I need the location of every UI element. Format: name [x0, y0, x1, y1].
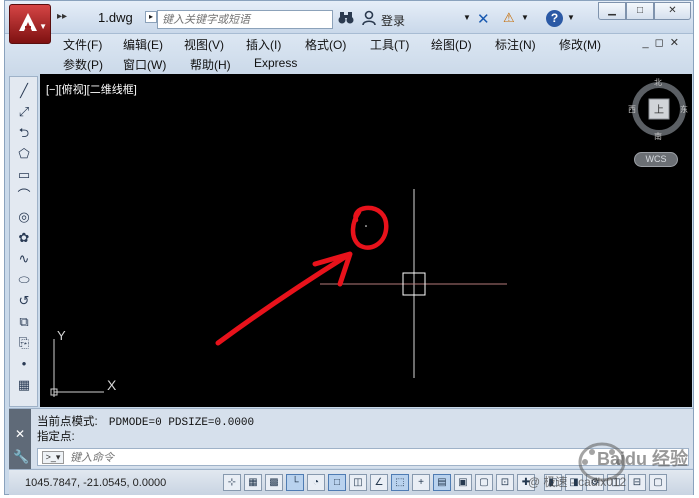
- menu-help[interactable]: 帮助(H): [190, 56, 231, 73]
- hatch-tool-icon[interactable]: ▦: [14, 376, 34, 394]
- polar-tracking-toggle-icon[interactable]: ◔: [307, 474, 325, 491]
- window-minimize-button[interactable]: ▁: [598, 2, 626, 20]
- wrench-icon[interactable]: 🔧: [13, 449, 29, 465]
- menu-modify[interactable]: 修改(M): [559, 36, 601, 53]
- autocad-logo-icon: [19, 13, 37, 31]
- window-maximize-button[interactable]: □: [626, 2, 654, 20]
- insert-block-tool-icon[interactable]: ⧉: [14, 313, 34, 331]
- annotation-circle: [350, 205, 389, 250]
- menu-tools[interactable]: 工具(T): [370, 36, 409, 53]
- lineweight-toggle-icon[interactable]: ▤: [433, 474, 451, 491]
- compass-south-label: 南: [654, 132, 662, 141]
- cursor-coordinates[interactable]: 1045.7847, -21.0545, 0.0000: [25, 477, 166, 489]
- ortho-mode-toggle-icon[interactable]: └: [286, 474, 304, 491]
- ucs-x-label: X: [107, 377, 117, 393]
- grid-display-toggle-icon[interactable]: ▩: [265, 474, 283, 491]
- login-label[interactable]: 登录: [381, 12, 405, 29]
- 3d-object-snap-toggle-icon[interactable]: ◫: [349, 474, 367, 491]
- command-history: 当前点模式: PDMODE=0 PDSIZE=0.0000 指定点:: [37, 415, 254, 444]
- dynamic-input-toggle-icon[interactable]: +: [412, 474, 430, 491]
- command-prompt-icon[interactable]: >_▾: [42, 451, 64, 464]
- compass-west-label: 西: [628, 105, 636, 114]
- alert-icon[interactable]: ⚠: [503, 10, 515, 26]
- viewcube[interactable]: 上 北 南 东 西: [628, 78, 688, 141]
- watermark-brand: Baidu 经验: [597, 449, 689, 469]
- construction-line-tool-icon[interactable]: ⤢: [14, 103, 34, 121]
- command-window-sidebar: ✕ 🔧: [9, 409, 31, 469]
- drawing-canvas[interactable]: [−][俯视][二维线框] Y X 上 北 南 东 西 WCS: [40, 74, 692, 407]
- user-icon[interactable]: [362, 10, 376, 26]
- ellipse-tool-icon[interactable]: ⬭: [14, 271, 34, 289]
- menu-parametric[interactable]: 参数(P): [63, 56, 103, 73]
- application-menu-button[interactable]: ▼: [9, 4, 51, 44]
- selection-cycling-toggle-icon[interactable]: ⊡: [496, 474, 514, 491]
- lock-toolbar-icon[interactable]: ⊟: [628, 474, 646, 491]
- command-history-line-1: 当前点模式: PDMODE=0 PDSIZE=0.0000: [37, 415, 254, 430]
- point-tool-icon[interactable]: •: [14, 355, 34, 373]
- search-expand-icon[interactable]: ▸: [145, 11, 157, 23]
- document-tab-label: 1.dwg: [98, 10, 133, 25]
- dynamic-ucs-toggle-icon[interactable]: ⬚: [391, 474, 409, 491]
- infer-constraints-toggle-icon[interactable]: ⊹: [223, 474, 241, 491]
- spline-tool-icon[interactable]: ∿: [14, 250, 34, 268]
- revision-cloud-tool-icon[interactable]: ✿: [14, 229, 34, 247]
- line-tool-icon[interactable]: ╱: [14, 82, 34, 100]
- clean-screen-icon[interactable]: ▢: [649, 474, 667, 491]
- compass-north-label: 北: [654, 78, 662, 87]
- compass-east-label: 东: [680, 105, 688, 114]
- command-history-line-2: 指定点:: [37, 431, 75, 443]
- menu-insert[interactable]: 插入(I): [246, 36, 281, 53]
- menu-dimension[interactable]: 标注(N): [495, 36, 536, 53]
- draw-toolbar: ╱ ⤢ ⮌ ⬠ ▭ ⌒ ◎ ✿ ∿ ⬭ ↺ ⧉ ⎘ • ▦: [9, 76, 38, 407]
- menu-view[interactable]: 视图(V): [184, 36, 224, 53]
- document-tab[interactable]: 1.dwg: [85, 5, 141, 31]
- wcs-menu-button[interactable]: WCS: [634, 152, 678, 167]
- polyline-tool-icon[interactable]: ⮌: [14, 124, 34, 142]
- menu-window[interactable]: 窗口(W): [123, 56, 166, 73]
- title-bar: ▸▸ 1.dwg ▸ 登录 ▼ ✕ ⚠ ▼ ? ▼ ▁ □ ✕: [5, 1, 693, 34]
- circle-tool-icon[interactable]: ◎: [14, 208, 34, 226]
- object-snap-tracking-toggle-icon[interactable]: ∠: [370, 474, 388, 491]
- quick-properties-toggle-icon[interactable]: ▢: [475, 474, 493, 491]
- menu-bar: 文件(F) 编辑(E) 视图(V) 插入(I) 格式(O) 工具(T) 绘图(D…: [5, 34, 693, 74]
- binoculars-icon[interactable]: [338, 11, 354, 28]
- object-snap-toggle-icon[interactable]: □: [328, 474, 346, 491]
- command-window: ✕ 🔧 当前点模式: PDMODE=0 PDSIZE=0.0000 指定点: >…: [9, 408, 693, 469]
- polygon-tool-icon[interactable]: ⬠: [14, 145, 34, 163]
- ellipse-arc-tool-icon[interactable]: ↺: [14, 292, 34, 310]
- point-mode-values: PDMODE=0 PDSIZE=0.0000: [108, 417, 255, 429]
- alert-dropdown-icon[interactable]: ▼: [521, 13, 529, 22]
- menu-format[interactable]: 格式(O): [305, 36, 346, 53]
- menu-draw[interactable]: 绘图(D): [431, 36, 472, 53]
- close-icon[interactable]: ✕: [15, 427, 25, 441]
- drawn-point: [365, 225, 367, 227]
- make-block-tool-icon[interactable]: ⎘: [14, 334, 34, 352]
- command-line[interactable]: >_▾: [37, 448, 689, 466]
- search-input[interactable]: [158, 11, 328, 28]
- transparency-toggle-icon[interactable]: ▣: [454, 474, 472, 491]
- ucs-y-label: Y: [57, 328, 66, 343]
- menu-edit[interactable]: 编辑(E): [123, 36, 163, 53]
- menu-express[interactable]: Express: [254, 56, 297, 70]
- snap-mode-toggle-icon[interactable]: ▦: [244, 474, 262, 491]
- point-mode-label: 当前点模式:: [37, 416, 98, 428]
- document-window-controls[interactable]: _◻✕: [643, 36, 685, 49]
- help-icon[interactable]: ?: [546, 10, 563, 27]
- rectangle-tool-icon[interactable]: ▭: [14, 166, 34, 184]
- help-dropdown-icon[interactable]: ▼: [567, 13, 575, 22]
- quick-access-expand-icon[interactable]: ▸▸: [57, 11, 67, 22]
- window-close-button[interactable]: ✕: [654, 2, 691, 20]
- menu-file[interactable]: 文件(F): [63, 36, 102, 53]
- viewcube-face-label: 上: [654, 105, 664, 116]
- command-input[interactable]: [70, 450, 370, 465]
- model-space-drawing: [50, 189, 507, 397]
- arc-tool-icon[interactable]: ⌒: [14, 187, 34, 205]
- watermark-text: @ 极速 - cadlx012: [528, 475, 627, 489]
- search-box[interactable]: [157, 10, 333, 29]
- application-menu-dropdown-icon: ▼: [39, 22, 47, 31]
- annotation-arrow-shaft: [215, 254, 348, 346]
- application-window: ▸▸ 1.dwg ▸ 登录 ▼ ✕ ⚠ ▼ ? ▼ ▁ □ ✕ ▼ 文件(: [4, 0, 694, 495]
- x-exchange-icon[interactable]: ✕: [477, 10, 490, 28]
- login-dropdown-icon[interactable]: ▼: [463, 13, 471, 22]
